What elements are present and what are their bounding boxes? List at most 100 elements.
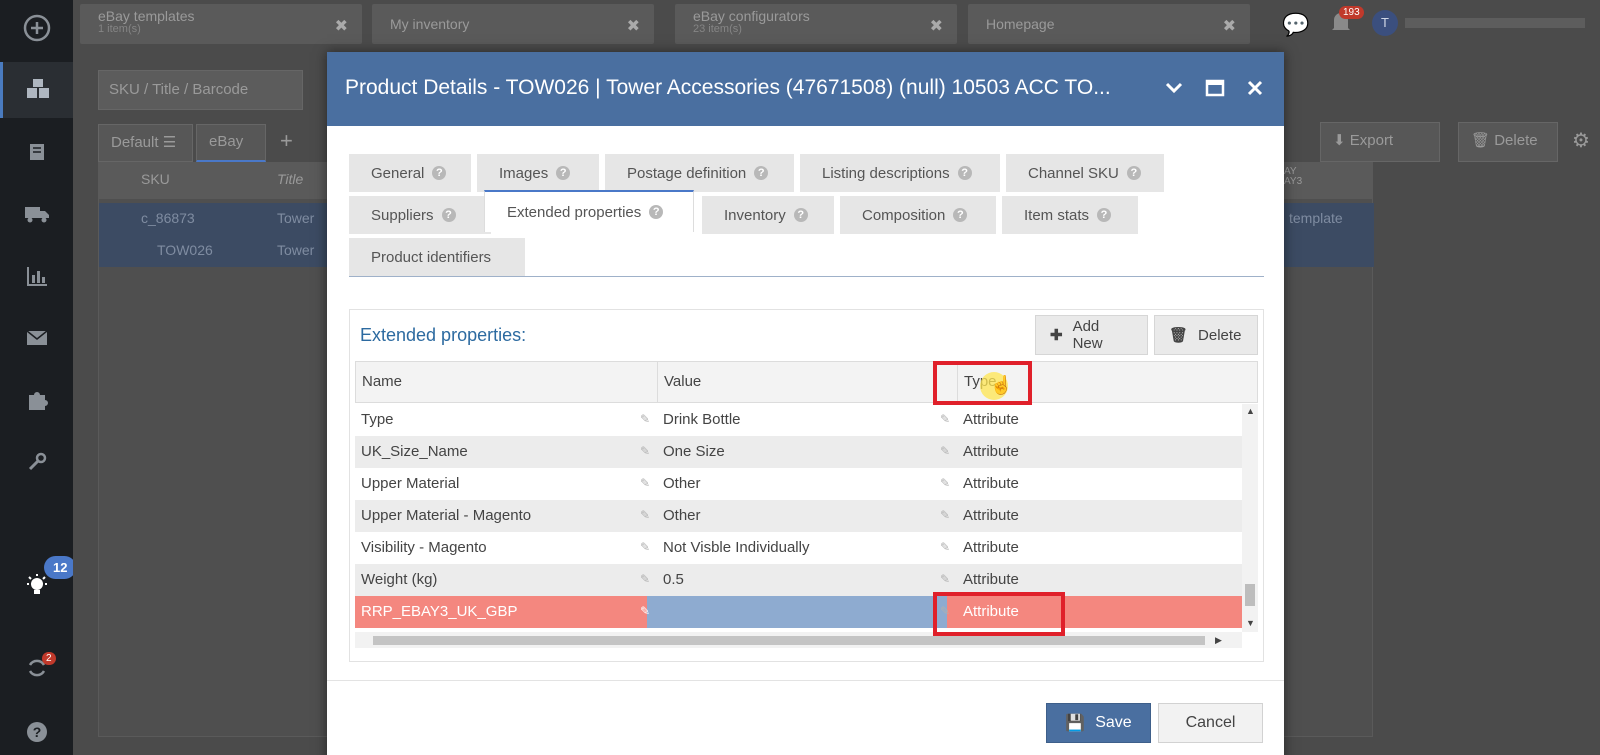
edit-icon[interactable]: ✎ <box>640 509 653 522</box>
tab-extended-properties[interactable]: Extended properties? <box>484 190 694 232</box>
cell-name[interactable]: RRP_EBAY3_UK_GBP <box>355 596 517 628</box>
puzzle-addons-icon[interactable] <box>0 372 73 428</box>
tab-images[interactable]: Images? <box>477 154 599 192</box>
column-header-value[interactable]: Value <box>658 362 958 402</box>
bg-tab-homepage[interactable]: Homepage ✖ <box>968 4 1250 44</box>
table-row[interactable]: Type ✎ Drink Bottle ✎ Attribute <box>355 404 1242 436</box>
save-button[interactable]: 💾 Save <box>1046 703 1151 743</box>
table-row[interactable]: Upper Material ✎ Other ✎ Attribute <box>355 468 1242 500</box>
help-icon: ? <box>754 166 769 180</box>
horizontal-scrollbar[interactable]: ▶ <box>355 632 1242 648</box>
edit-icon[interactable]: ✎ <box>940 413 953 426</box>
table-row-selected[interactable]: RRP_EBAY3_UK_GBP ✎ ✎ Attribute <box>355 596 1242 628</box>
close-icon[interactable]: ✖ <box>335 16 348 36</box>
inventory-nav-icon[interactable] <box>0 62 73 118</box>
cell-name[interactable]: Upper Material - Magento <box>355 500 531 532</box>
cell-name[interactable]: Visibility - Magento <box>355 532 487 564</box>
table-row[interactable]: UK_Size_Name ✎ One Size ✎ Attribute <box>355 436 1242 468</box>
cell-type[interactable]: Attribute <box>957 500 1019 532</box>
cell-value[interactable]: One Size <box>657 436 725 468</box>
vertical-scroll-thumb[interactable] <box>1245 584 1255 606</box>
app-logo-icon[interactable] <box>0 0 73 56</box>
table-row[interactable]: Upper Material - Magento ✎ Other ✎ Attri… <box>355 500 1242 532</box>
cell-value[interactable]: Other <box>657 500 701 532</box>
edit-icon[interactable]: ✎ <box>640 605 653 618</box>
edit-icon[interactable]: ✎ <box>640 541 653 554</box>
edit-icon[interactable]: ✎ <box>640 445 653 458</box>
scroll-up-arrow-icon[interactable]: ▲ <box>1246 406 1255 416</box>
table-body: Type ✎ Drink Bottle ✎ Attribute UK_Size_… <box>355 404 1242 632</box>
cell-value-editing[interactable] <box>647 596 947 628</box>
cell-name[interactable]: Weight (kg) <box>355 564 437 596</box>
close-icon[interactable]: ✖ <box>627 16 640 36</box>
bg-delete-button[interactable]: 🗑 Delete <box>1458 122 1558 162</box>
help-question-icon[interactable]: ? <box>0 704 73 755</box>
bg-search-field[interactable]: SKU / Title / Barcode <box>98 70 303 110</box>
wrench-settings-icon[interactable] <box>0 434 73 490</box>
table-row[interactable]: Weight (kg) ✎ 0.5 ✎ Attribute <box>355 564 1242 596</box>
close-icon[interactable] <box>1247 74 1263 109</box>
edit-icon[interactable]: ✎ <box>640 477 653 490</box>
bg-tab-ebay-configurators[interactable]: eBay configurators 23 item(s) ✖ <box>675 4 957 44</box>
shipping-truck-icon[interactable] <box>0 186 73 242</box>
horizontal-scroll-thumb[interactable] <box>373 636 1205 645</box>
cell-type[interactable]: Attribute <box>957 404 1019 436</box>
sync-refresh-icon[interactable] <box>0 640 73 696</box>
cell-type[interactable]: Attribute <box>957 532 1019 564</box>
add-new-button[interactable]: ✚ Add New <box>1035 315 1148 355</box>
vertical-scrollbar[interactable]: ▲ ▼ <box>1242 404 1258 632</box>
delete-button[interactable]: 🗑 Delete <box>1154 315 1258 355</box>
cell-type[interactable]: Attribute <box>957 436 1019 468</box>
tab-item-stats[interactable]: Item stats? <box>1002 196 1138 234</box>
cell-name[interactable]: Upper Material <box>355 468 459 500</box>
tab-general[interactable]: General? <box>349 154 471 192</box>
close-icon[interactable]: ✖ <box>930 16 943 36</box>
tab-suppliers[interactable]: Suppliers? <box>349 196 491 234</box>
maximize-icon[interactable] <box>1205 74 1225 109</box>
collapse-chevron-icon[interactable] <box>1165 74 1183 109</box>
messages-envelope-icon[interactable] <box>0 310 73 366</box>
tab-label: Postage definition <box>627 164 747 182</box>
add-view-icon[interactable]: + <box>280 128 293 154</box>
edit-icon[interactable]: ✎ <box>640 413 653 426</box>
scroll-right-arrow-icon[interactable]: ▶ <box>1215 635 1222 646</box>
edit-icon[interactable]: ✎ <box>940 573 953 586</box>
tab-inventory[interactable]: Inventory? <box>702 196 834 234</box>
cell-type[interactable]: Attribute <box>957 468 1019 500</box>
tab-postage-definition[interactable]: Postage definition? <box>605 154 794 192</box>
help-icon: ? <box>649 205 664 219</box>
cell-name[interactable]: UK_Size_Name <box>355 436 468 468</box>
scroll-down-arrow-icon[interactable]: ▼ <box>1246 618 1255 628</box>
book-nav-icon[interactable] <box>0 124 73 180</box>
cancel-button[interactable]: Cancel <box>1158 703 1263 743</box>
user-avatar[interactable]: T <box>1372 10 1398 36</box>
cell-value[interactable]: Other <box>657 468 701 500</box>
bg-view-default[interactable]: Default ☰ <box>98 124 193 162</box>
tab-channel-sku[interactable]: Channel SKU? <box>1006 154 1164 192</box>
gear-icon[interactable]: ⚙ <box>1572 128 1590 153</box>
cell-value[interactable]: 0.5 <box>657 564 684 596</box>
bg-view-ebay[interactable]: eBay <box>196 124 266 162</box>
cell-name[interactable]: Type <box>355 404 394 436</box>
tab-product-identifiers[interactable]: Product identifiers <box>349 238 525 276</box>
cell-value[interactable]: Not Visble Individually <box>657 532 809 564</box>
bg-tab-my-inventory[interactable]: My inventory ✖ <box>372 4 654 44</box>
tab-composition[interactable]: Composition? <box>840 196 996 234</box>
bg-export-button[interactable]: ⬇ Export <box>1320 122 1440 162</box>
chat-bubble-icon[interactable]: 💬 <box>1282 12 1309 38</box>
column-header-name[interactable]: Name <box>356 362 658 402</box>
reports-chart-icon[interactable] <box>0 248 73 304</box>
table-row[interactable]: Visibility - Magento ✎ Not Visble Indivi… <box>355 532 1242 564</box>
tab-listing-descriptions[interactable]: Listing descriptions? <box>800 154 1000 192</box>
sync-count-badge: 2 <box>42 652 56 665</box>
close-icon[interactable]: ✖ <box>1223 16 1236 36</box>
cell-value[interactable]: Drink Bottle <box>657 404 741 436</box>
edit-icon[interactable]: ✎ <box>940 541 953 554</box>
bg-tab-ebay-templates[interactable]: eBay templates 1 item(s) ✖ <box>80 4 362 44</box>
edit-icon[interactable]: ✎ <box>640 573 653 586</box>
modal-title: Product Details - TOW026 | Tower Accesso… <box>345 76 1111 99</box>
edit-icon[interactable]: ✎ <box>940 445 953 458</box>
help-icon: ? <box>556 166 571 180</box>
edit-icon[interactable]: ✎ <box>940 509 953 522</box>
edit-icon[interactable]: ✎ <box>940 477 953 490</box>
